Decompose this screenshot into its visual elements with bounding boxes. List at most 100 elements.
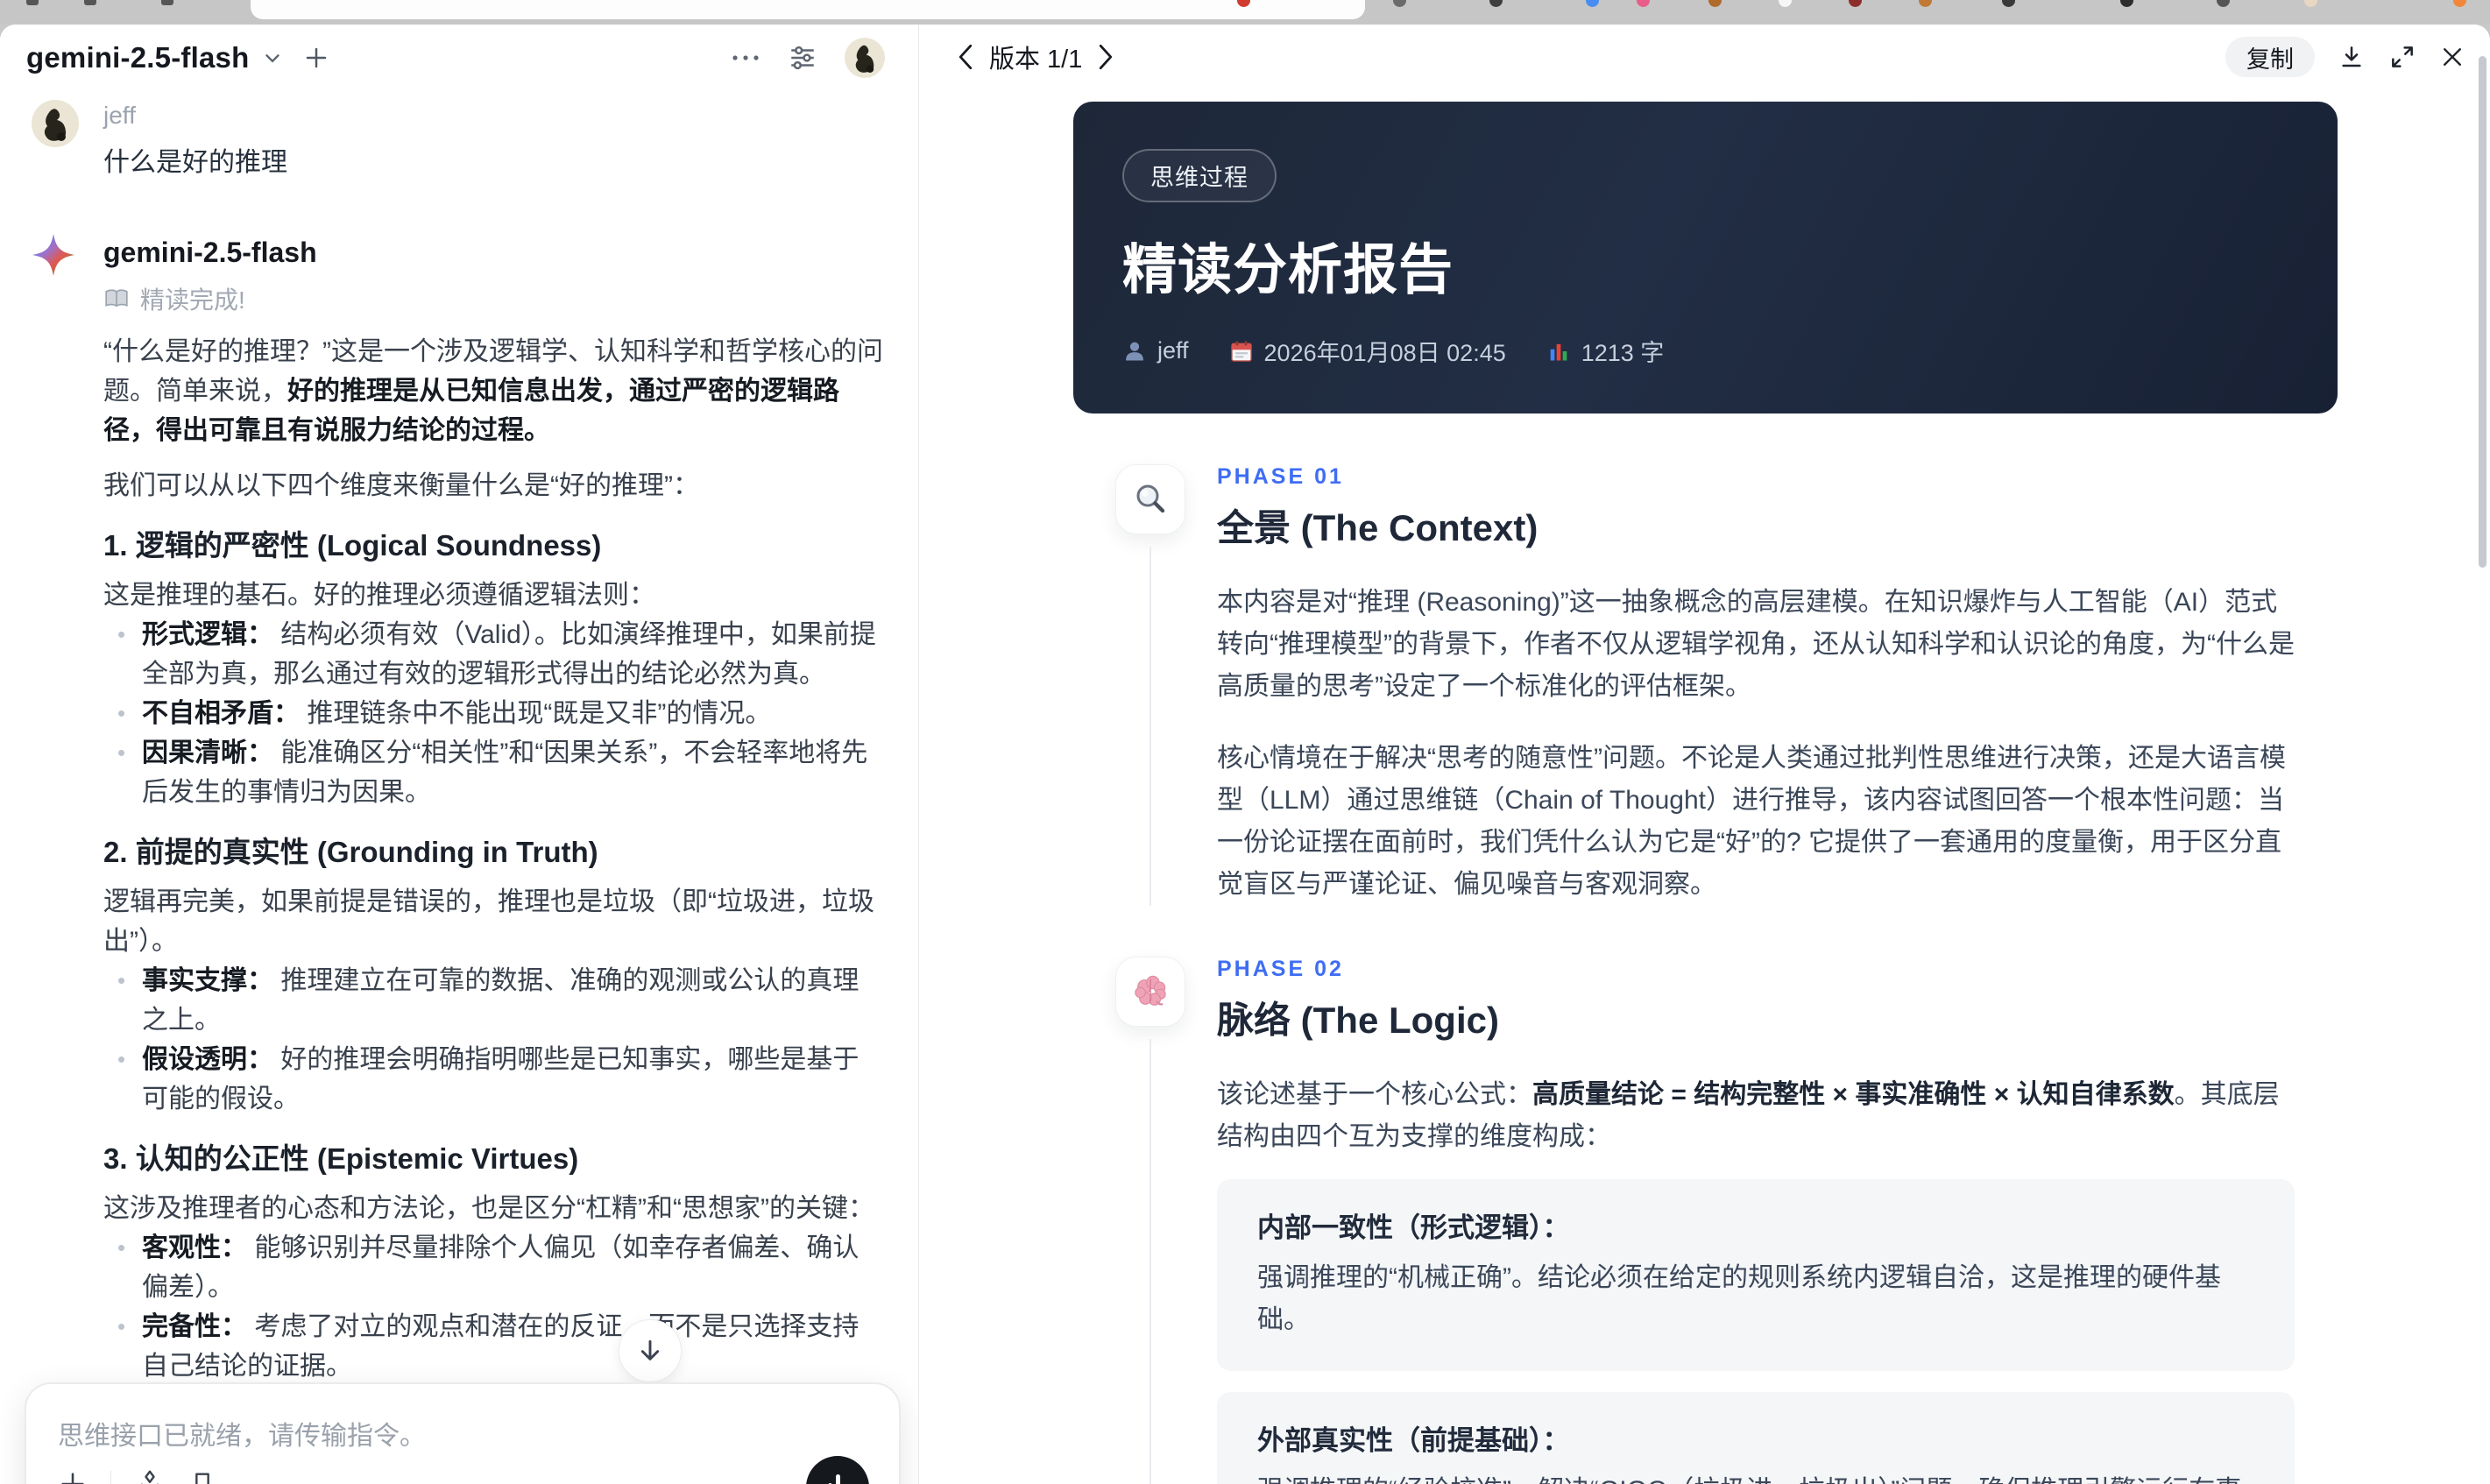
bookmark-button[interactable]: [188, 1469, 216, 1484]
list-item: • 因果清晰： 能准确区分“相关性”和“因果关系”，不会轻率地将先后发生的事情归为…: [103, 733, 885, 812]
tune-settings-button[interactable]: [787, 43, 818, 73]
extension-icon[interactable]: [1489, 0, 1503, 7]
version-prev-button[interactable]: [956, 44, 975, 70]
assistant-content: “什么是好的推理？”这是一个涉及逻辑学、认知科学和哲学核心的问题。简单来说，好的…: [103, 332, 885, 1484]
phase-section: PHASE 01 全景 (The Context) 本内容是对“推理 (Reas…: [1073, 464, 2338, 906]
extension-icon[interactable]: [2120, 0, 2133, 7]
user-message: jeff 什么是好的推理: [32, 100, 885, 179]
chevron-down-icon[interactable]: [261, 46, 284, 69]
extension-icon[interactable]: [1393, 0, 1406, 7]
scroll-to-bottom-button[interactable]: [619, 1319, 682, 1382]
bullet-dot: •: [117, 1313, 126, 1339]
extension-icon[interactable]: [1586, 0, 1599, 7]
voice-input-button[interactable]: [806, 1456, 869, 1484]
bullet-list: • 形式逻辑： 结构必须有效（Valid）。比如演绎推理中，如果前提全部为真，那么…: [103, 615, 885, 812]
paragraph: 核心情境在于解决“思考的随意性”问题。不论是人类通过批判性思维进行决策，还是大语…: [1217, 744, 2286, 899]
paragraph: “什么是好的推理？”这是一个涉及逻辑学、认知科学和哲学核心的问题。简单来说，好的…: [103, 337, 883, 445]
browser-toolbar: [0, 0, 2490, 25]
version-label: 版本 1/1: [989, 46, 1083, 74]
assistant-message: gemini-2.5-flash 精读完成! “什么是好的推理？”这是一个涉及逻…: [32, 233, 885, 1484]
card-title: 外部真实性（前提基础）：: [1257, 1425, 1570, 1456]
composer-placeholder: 思维接口已就绪，请传输指令。: [58, 1422, 426, 1451]
word-count-meta: 1213 字: [1546, 334, 1664, 368]
extension-icon[interactable]: [2453, 0, 2466, 7]
extension-icon[interactable]: [2217, 0, 2230, 7]
date-meta: 2026年01月08日 02:45: [1229, 334, 1506, 368]
dimension-card: 内部一致性（形式逻辑）： 强调推理的“机械正确”。结论必须在给定的规则系统内逻辑…: [1217, 1179, 2295, 1371]
extension-icon[interactable]: [1637, 0, 1650, 7]
copy-button[interactable]: 复制: [2225, 37, 2315, 77]
report-title: 精读分析报告: [1122, 240, 1454, 300]
user-avatar[interactable]: [845, 38, 885, 78]
list-item: • 事实支撑： 推理建立在可靠的数据、准确的观测或公认的真理之上。: [103, 961, 885, 1040]
report-scroll-area[interactable]: 思维过程 精读分析报告 jeff 2026年01月08日 02:45 1213 …: [919, 89, 2490, 1484]
browser-icon[interactable]: [84, 0, 96, 5]
more-options-button[interactable]: [731, 53, 760, 63]
message-author: gemini-2.5-flash: [103, 237, 317, 268]
card-title: 内部一致性（形式逻辑）：: [1257, 1212, 1570, 1243]
report-meta: jeff 2026年01月08日 02:45 1213 字: [1122, 334, 2288, 368]
phase-kicker: PHASE 01: [1217, 464, 1344, 489]
phase-kicker: PHASE 02: [1217, 957, 1344, 981]
paragraph: 该论述基于一个核心公式：高质量结论 = 结构完整性 × 事实准确性 × 认知自律…: [1217, 1080, 2280, 1151]
screen: gemini-2.5-flash jeff 什么是好的推理 gemini-2.5…: [0, 0, 2490, 1484]
bullet-dot: •: [117, 621, 126, 647]
gemini-star-icon: [32, 233, 103, 277]
phase-title: 全景 (The Context): [1217, 507, 1539, 548]
extension-icon[interactable]: [1708, 0, 1722, 7]
thought-process-badge: 思维过程: [1122, 149, 1277, 202]
extension-icon[interactable]: [1849, 0, 1862, 7]
browser-icon[interactable]: [26, 0, 39, 5]
section-intro: 这涉及推理者的心态和方法论，也是区分“杠精”和“思想家”的关键：: [103, 1194, 874, 1223]
timeline-line: [1150, 547, 1151, 906]
chat-scroll-area[interactable]: jeff 什么是好的推理 gemini-2.5-flash 精读完成! “什么是…: [0, 91, 918, 1484]
scrollbar-thumb[interactable]: [2479, 56, 2486, 568]
message-text: 什么是好的推理: [103, 148, 287, 177]
phase-title: 脉络 (The Logic): [1217, 1000, 1499, 1041]
list-item: • 不自相矛盾： 推理链条中不能出现“既是又非”的情况。: [103, 694, 885, 733]
bar-chart-icon: [1550, 343, 1567, 360]
chat-panel: gemini-2.5-flash jeff 什么是好的推理 gemini-2.5…: [0, 25, 918, 1484]
status-line: 精读完成!: [103, 281, 885, 316]
extension-icon[interactable]: [2002, 0, 2015, 7]
section-intro: 这是推理的基石。好的推理必须遵循逻辑法则：: [103, 581, 655, 610]
new-chat-button[interactable]: [303, 45, 329, 71]
report-toolbar: 版本 1/1 复制: [919, 25, 2490, 89]
chat-header: gemini-2.5-flash: [0, 25, 918, 91]
bullet-dot: •: [117, 739, 126, 766]
message-author: jeff: [103, 102, 136, 129]
person-icon: [1126, 342, 1143, 360]
address-bar[interactable]: [251, 0, 1365, 19]
close-button[interactable]: [2439, 44, 2465, 70]
version-next-button[interactable]: [1096, 44, 1115, 70]
download-button[interactable]: [2338, 43, 2366, 71]
divider: [110, 1471, 111, 1484]
calendar-icon: [1230, 340, 1252, 362]
expand-fullscreen-button[interactable]: [2388, 43, 2416, 71]
browser-icon[interactable]: [161, 0, 173, 5]
bullet-list: • 事实支撑： 推理建立在可靠的数据、准确的观测或公认的真理之上。 • 假设透明： …: [103, 961, 885, 1119]
composer[interactable]: 思维接口已就绪，请传输指令。: [25, 1382, 901, 1484]
phase-section: PHASE 02 脉络 (The Logic) 该论述基于一个核心公式：高质量结…: [1073, 957, 2338, 1484]
list-item: • 假设透明： 好的推理会明确指明哪些是已知事实，哪些是基于可能的假设。: [103, 1040, 885, 1119]
bullet-dot: •: [117, 967, 126, 993]
timeline-line: [1150, 1039, 1151, 1484]
brain-icon: [1115, 957, 1185, 1027]
list-item: • 完备性： 考虑了对立的观点和潜在的反证，而不是只选择支持自己结论的证据。: [103, 1307, 885, 1386]
bullet-dot: •: [117, 700, 126, 726]
attach-button[interactable]: [58, 1469, 88, 1484]
section-heading: 2. 前提的真实性 (Grounding in Truth): [103, 836, 598, 868]
section-heading: 1. 逻辑的严密性 (Logical Soundness): [103, 529, 602, 562]
dimension-card: 外部真实性（前提基础）： 强调推理的“经验校准”。解决“GIGO（垃圾进，垃圾出…: [1217, 1392, 2295, 1484]
list-item: • 客观性： 能够识别并尽量排除个人偏见（如幸存者偏差、确认偏差）。: [103, 1228, 885, 1307]
extension-icon[interactable]: [1919, 0, 1932, 7]
bullet-dot: •: [117, 1046, 126, 1072]
report-panel: 版本 1/1 复制 思维过程 精读分析报告 jeff 2026年01月08日 0…: [919, 25, 2490, 1484]
extension-icon[interactable]: [1779, 0, 1792, 7]
extension-icon[interactable]: [2304, 0, 2317, 7]
user-avatar: [32, 100, 103, 147]
arrow-down-icon: [640, 1339, 660, 1360]
skills-sparkle-button[interactable]: [134, 1468, 166, 1484]
section-heading: 3. 认知的公正性 (Epistemic Virtues): [103, 1142, 579, 1175]
model-selector[interactable]: gemini-2.5-flash: [26, 41, 249, 74]
